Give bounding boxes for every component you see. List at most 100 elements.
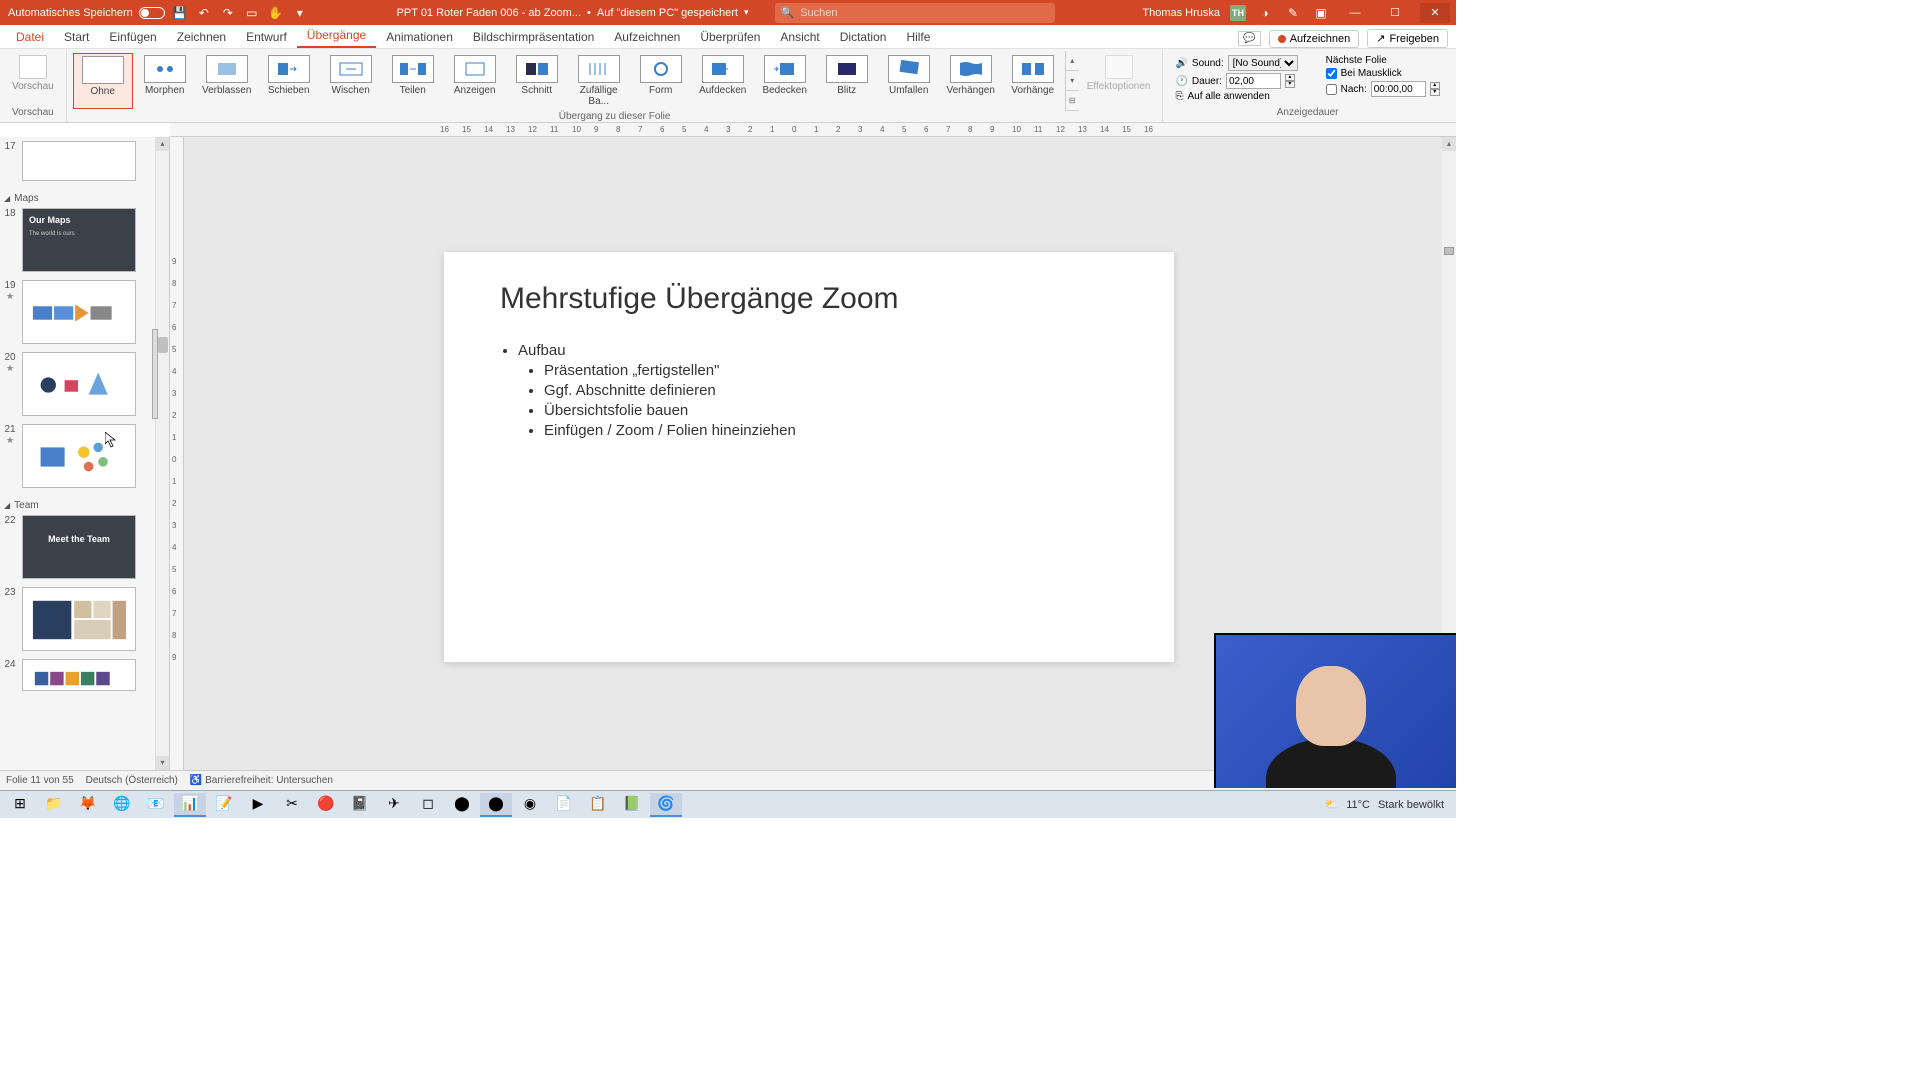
wordpad-icon[interactable]: 📝 <box>208 793 240 817</box>
snipping-icon[interactable]: ✂ <box>276 793 308 817</box>
transition-ohne[interactable]: Ohne <box>73 53 133 109</box>
scroll-thumb[interactable] <box>158 337 168 353</box>
tab-dictation[interactable]: Dictation <box>830 26 897 48</box>
share-button[interactable]: ↗Freigeben <box>1367 29 1448 48</box>
minimize-button[interactable]: — <box>1340 3 1370 23</box>
start-button[interactable]: ⊞ <box>4 793 36 817</box>
coming-soon-icon[interactable]: ◑ <box>1256 4 1274 22</box>
slide-thumbnail-22[interactable]: Meet the Team <box>22 515 136 579</box>
transition-aufdecken[interactable]: Aufdecken <box>693 53 753 109</box>
section-header-team[interactable]: ◢Team <box>2 496 163 515</box>
gallery-scrollbar[interactable]: ▴ ▾ ⊟ <box>1065 51 1079 111</box>
tab-view[interactable]: Ansicht <box>770 26 829 48</box>
section-header-maps[interactable]: ◢Maps <box>2 189 163 208</box>
transition-umfallen[interactable]: Umfallen <box>879 53 939 109</box>
slide-thumbnail-17[interactable] <box>22 141 136 181</box>
app-icon[interactable]: ⬤ <box>446 793 478 817</box>
chrome-icon[interactable]: 🌐 <box>106 793 138 817</box>
transition-form[interactable]: Form <box>631 53 691 109</box>
transition-bedecken[interactable]: Bedecken <box>755 53 815 109</box>
app-icon[interactable]: 📋 <box>582 793 614 817</box>
slide-body[interactable]: Aufbau Präsentation „fertigstellen" Ggf.… <box>500 342 1118 439</box>
slide-thumbnail-23[interactable] <box>22 587 136 651</box>
tab-design[interactable]: Entwurf <box>236 26 297 48</box>
transition-teilen[interactable]: Teilen <box>383 53 443 109</box>
obs-icon[interactable]: ⬤ <box>480 793 512 817</box>
app-icon[interactable]: ◉ <box>514 793 546 817</box>
transition-zuflligeba[interactable]: Zufällige Ba... <box>569 53 629 109</box>
tab-record[interactable]: Aufzeichnen <box>604 26 690 48</box>
outlook-icon[interactable]: 📧 <box>140 793 172 817</box>
maximize-button[interactable]: ☐ <box>1380 3 1410 23</box>
powerpoint-icon[interactable]: 📊 <box>174 793 206 817</box>
search-box[interactable]: 🔍 Suchen <box>775 3 1055 23</box>
tab-help[interactable]: Hilfe <box>896 26 940 48</box>
from-beginning-icon[interactable]: ▭ <box>243 4 261 22</box>
todoist-icon[interactable]: 🔴 <box>310 793 342 817</box>
slide-counter[interactable]: Folie 11 von 55 <box>6 775 74 786</box>
firefox-icon[interactable]: 🦊 <box>72 793 104 817</box>
after-input[interactable] <box>1371 81 1426 97</box>
slide-thumbnail-20[interactable] <box>22 352 136 416</box>
gallery-up-icon[interactable]: ▴ <box>1066 51 1079 71</box>
record-button[interactable]: Aufzeichnen <box>1269 30 1360 48</box>
tab-animations[interactable]: Animationen <box>376 26 463 48</box>
transition-schnitt[interactable]: Schnitt <box>507 53 567 109</box>
file-explorer-icon[interactable]: 📁 <box>38 793 70 817</box>
autosave-toggle[interactable]: Automatisches Speichern <box>8 7 165 19</box>
save-icon[interactable]: 💾 <box>171 4 189 22</box>
tab-draw[interactable]: Zeichnen <box>167 26 236 48</box>
weather-icon[interactable]: ⛅ <box>1325 798 1339 811</box>
user-name[interactable]: Thomas Hruska <box>1142 7 1220 19</box>
slide-title[interactable]: Mehrstufige Übergänge Zoom <box>500 282 1118 316</box>
app-icon[interactable]: ◻ <box>412 793 444 817</box>
telegram-icon[interactable]: ✈ <box>378 793 410 817</box>
panel-scrollbar[interactable]: ▴ ▾ <box>155 137 169 770</box>
transition-verhngen[interactable]: Verhängen <box>941 53 1001 109</box>
word-icon[interactable]: 📄 <box>548 793 580 817</box>
transition-wischen[interactable]: Wischen <box>321 53 381 109</box>
edge-icon[interactable]: 🌀 <box>650 793 682 817</box>
slide-thumbnail-21[interactable] <box>22 424 136 488</box>
qat-more-icon[interactable]: ▾ <box>291 4 309 22</box>
transition-anzeigen[interactable]: Anzeigen <box>445 53 505 109</box>
redo-icon[interactable]: ↷ <box>219 4 237 22</box>
duration-input[interactable] <box>1226 73 1281 89</box>
tab-slideshow[interactable]: Bildschirmpräsentation <box>463 26 604 48</box>
weather-temp[interactable]: 11°C <box>1346 799 1370 811</box>
tab-file[interactable]: Datei <box>6 26 54 48</box>
vlc-icon[interactable]: ▶ <box>242 793 274 817</box>
tab-review[interactable]: Überprüfen <box>690 26 770 48</box>
dropdown-icon[interactable]: ▾ <box>744 7 749 18</box>
sound-select[interactable]: [No Sound] <box>1228 55 1298 71</box>
preview-button[interactable]: Vorschau <box>4 51 62 96</box>
transition-morphen[interactable]: Morphen <box>135 53 195 109</box>
scroll-thumb[interactable] <box>1444 247 1454 255</box>
scroll-up-icon[interactable]: ▴ <box>156 137 169 151</box>
weather-desc[interactable]: Stark bewölkt <box>1378 799 1444 811</box>
duration-spinner[interactable]: ▴▾ <box>1285 74 1295 88</box>
collapse-ribbon-icon[interactable]: 💬 <box>1238 31 1260 46</box>
after-spinner[interactable]: ▴▾ <box>1430 82 1440 96</box>
transition-schieben[interactable]: Schieben <box>259 53 319 109</box>
document-title[interactable]: PPT 01 Roter Faden 006 - ab Zoom... <box>397 7 581 19</box>
window-icon[interactable]: ▣ <box>1312 4 1330 22</box>
slide-thumbnail-18[interactable]: Our Maps The world is ours <box>22 208 136 272</box>
onenote-icon[interactable]: 📓 <box>344 793 376 817</box>
slide-thumbnail-19[interactable] <box>22 280 136 344</box>
touch-mode-icon[interactable]: ✋ <box>267 4 285 22</box>
undo-icon[interactable]: ↶ <box>195 4 213 22</box>
after-checkbox[interactable] <box>1326 84 1337 95</box>
transition-verblassen[interactable]: Verblassen <box>197 53 257 109</box>
close-button[interactable]: ✕ <box>1420 3 1450 23</box>
accessibility-check[interactable]: ♿ Barrierefreiheit: Untersuchen <box>190 775 333 786</box>
apply-all-button[interactable]: ⎘Auf alle anwenden <box>1175 91 1297 102</box>
transition-vorhnge[interactable]: Vorhänge <box>1003 53 1063 109</box>
slide-thumbnail-24[interactable] <box>22 659 136 691</box>
tab-home[interactable]: Start <box>54 26 99 48</box>
excel-icon[interactable]: 📗 <box>616 793 648 817</box>
slide-canvas[interactable]: Mehrstufige Übergänge Zoom Aufbau Präsen… <box>444 252 1174 662</box>
scroll-down-icon[interactable]: ▾ <box>156 756 169 770</box>
tab-transitions[interactable]: Übergänge <box>297 24 376 48</box>
panel-splitter[interactable] <box>152 329 158 419</box>
